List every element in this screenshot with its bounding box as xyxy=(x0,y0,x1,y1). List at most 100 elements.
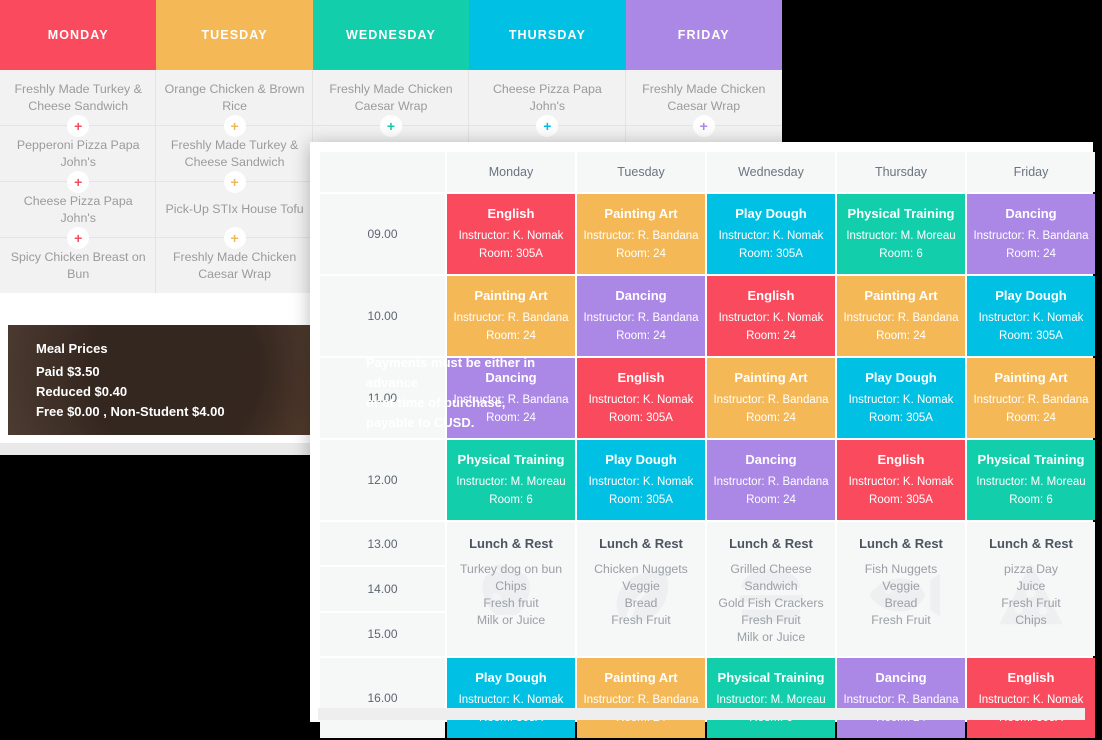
schedule-lesson-cell[interactable]: DancingInstructor: R. BandanaRoom: 24 xyxy=(967,194,1095,274)
schedule-lesson-cell[interactable]: DancingInstructor: R. BandanaRoom: 24 xyxy=(837,658,965,738)
schedule-lesson-cell[interactable]: Play DoughInstructor: K. NomakRoom: 305A xyxy=(447,658,575,738)
menu-item-separator: + xyxy=(156,171,313,193)
schedule-lesson-cell[interactable]: Painting ArtInstructor: R. BandanaRoom: … xyxy=(837,276,965,356)
lesson-title: English xyxy=(487,205,535,221)
lunch-item: pizza Day xyxy=(1004,562,1058,576)
lunch-items-list: Grilled Cheese Sandwich Gold Fish Cracker… xyxy=(711,561,831,646)
lunch-item: Grilled Cheese Sandwich xyxy=(730,562,812,593)
lesson-title: English xyxy=(747,287,795,303)
lesson-title: Physical Training xyxy=(847,205,955,221)
lunch-item: Fresh Fruit xyxy=(741,613,801,627)
lesson-instructor: Instructor: R. Bandana xyxy=(583,311,699,324)
schedule-lesson-cell[interactable]: EnglishInstructor: K. NomakRoom: 305A xyxy=(837,440,965,520)
lunch-items-list: pizza Day Juice Fresh Fruit Chips xyxy=(971,561,1091,629)
schedule-lesson-cell[interactable]: Play DoughInstructor: K. NomakRoom: 305A xyxy=(577,440,705,520)
lesson-instructor: Instructor: K. Nomak xyxy=(718,229,824,242)
schedule-lesson-cell[interactable]: EnglishInstructor: K. NomakRoom: 305A xyxy=(967,658,1095,738)
lesson-instructor: Instructor: R. Bandana xyxy=(843,693,959,706)
lesson-title: Dancing xyxy=(1005,205,1057,221)
lunch-item: Chips xyxy=(1015,613,1047,627)
plus-icon: + xyxy=(379,115,402,137)
schedule-day-header-wednesday: Wednesday xyxy=(707,152,835,192)
lesson-title: Physical Training xyxy=(717,669,825,685)
lunch-item: Turkey dog on bun xyxy=(459,562,563,576)
schedule-lesson-cell[interactable]: Play Dough Instructor: K. Nomak Room: 305A xyxy=(707,194,835,274)
lesson-room: Room: 24 xyxy=(1006,247,1056,260)
lesson-instructor: Instructor: K. Nomak xyxy=(848,475,954,488)
menu-items-list: Orange Chicken & Brown Rice + Freshly Made… xyxy=(156,70,313,293)
schedule-time-label: 14.00 xyxy=(320,567,445,611)
schedule-lesson-cell[interactable]: Physical TrainingInstructor: M. MoreauRo… xyxy=(707,658,835,738)
meal-prices-title: Meal Prices xyxy=(36,341,108,356)
schedule-lesson-cell[interactable]: Physical TrainingInstructor: M. MoreauRo… xyxy=(447,440,575,520)
schedule-day-header-thursday: Thursday xyxy=(837,152,965,192)
lesson-title: Play Dough xyxy=(995,287,1067,303)
lesson-instructor: Instructor: R. Bandana xyxy=(453,311,569,324)
lesson-room: Room: 305A xyxy=(869,493,933,506)
menu-day-header: THURSDAY xyxy=(469,0,626,70)
schedule-time-label: 15.00 xyxy=(320,612,445,656)
menu-item-separator: + xyxy=(0,115,157,137)
plus-icon: + xyxy=(223,227,246,249)
class-schedule-table: Monday Tuesday Wednesday Thursday Friday 09.… xyxy=(318,150,1097,740)
lunch-items-list: Chicken Nuggets Veggie Bread Fresh Fruit xyxy=(581,561,701,629)
lunch-rest-cell: Lunch & Rest Turkey dog on bun Chips Fresh … xyxy=(447,522,575,656)
meal-price-free: Free $0.00 , Non-Student $4.00 xyxy=(36,404,225,419)
schedule-lesson-cell[interactable]: Play DoughInstructor: K. NomakRoom: 305A xyxy=(967,276,1095,356)
meal-prices-note-line-1: Payments must be either in xyxy=(366,355,536,370)
lesson-title: Play Dough xyxy=(735,205,807,221)
plus-icon: + xyxy=(67,227,90,249)
schedule-lesson-cell[interactable]: Physical TrainingInstructor: M. MoreauRo… xyxy=(967,440,1095,520)
lunch-item: Milk or Juice xyxy=(736,630,806,644)
lesson-instructor: Instructor: R. Bandana xyxy=(843,311,959,324)
lesson-title: Painting Art xyxy=(474,287,548,303)
meal-prices-note-line-4: payable to CUSD. xyxy=(366,415,475,430)
plus-icon: + xyxy=(223,171,246,193)
schedule-lesson-cell[interactable]: Painting ArtInstructor: R. BandanaRoom: … xyxy=(577,194,705,274)
lesson-title: Physical Training xyxy=(977,451,1085,467)
schedule-day-header-monday: Monday xyxy=(447,152,575,192)
lesson-instructor: Instructor: M. Moreau xyxy=(456,475,566,488)
lunch-rest-cell: Lunch & Rest Grilled Cheese Sandwich Gold … xyxy=(707,522,835,656)
lesson-title: Play Dough xyxy=(605,451,677,467)
lesson-title: Play Dough xyxy=(865,369,937,385)
schedule-row: 12.00 Physical Training Instructor: M. Mor… xyxy=(320,440,1095,520)
schedule-header-row: Monday Tuesday Wednesday Thursday Friday xyxy=(320,152,1095,192)
lunch-item: Veggie xyxy=(622,579,660,593)
lesson-room: Room: 305A xyxy=(869,411,933,424)
lesson-instructor: Instructor: R. Bandana xyxy=(713,475,829,488)
lesson-instructor: Instructor: K. Nomak xyxy=(588,475,694,488)
lunch-item: Chips xyxy=(495,579,527,593)
plus-icon: + xyxy=(67,171,90,193)
lesson-room: Room: 305A xyxy=(479,247,543,260)
schedule-lesson-cell[interactable]: EnglishInstructor: K. NomakRoom: 305A xyxy=(447,194,575,274)
menu-items-list: Freshly Made Turkey & Cheese Sandwich + Pe… xyxy=(0,70,157,293)
schedule-time-label: 16.00 xyxy=(320,658,445,738)
lunch-items-list: Turkey dog on bun Chips Fresh fruit Milk or… xyxy=(451,561,571,629)
lesson-instructor: Instructor: K. Nomak xyxy=(978,311,1084,324)
lunch-rest-title: Lunch & Rest xyxy=(469,536,553,551)
menu-item-separator: + xyxy=(156,115,313,137)
schedule-lesson-cell[interactable]: Painting ArtInstructor: R. BandanaRoom: … xyxy=(967,358,1095,438)
plus-icon: + xyxy=(536,115,559,137)
schedule-corner-cell xyxy=(320,152,445,192)
meal-price-reduced: Reduced $0.40 xyxy=(36,384,128,399)
schedule-day-header-friday: Friday xyxy=(967,152,1095,192)
menu-day-column-tuesday: TUESDAY Orange Chicken & Brown Rice + Fresh… xyxy=(156,0,313,293)
schedule-lesson-cell[interactable]: Physical TrainingInstructor: M. MoreauRo… xyxy=(837,194,965,274)
menu-item-separator: + xyxy=(156,227,313,249)
lesson-room: Room: 305A xyxy=(739,247,803,260)
meal-prices-note-line-3: or at time of purchase, xyxy=(366,395,506,410)
lunch-item: Fresh Fruit xyxy=(871,613,931,627)
schedule-lesson-cell[interactable]: Painting ArtInstructor: R. BandanaRoom: … xyxy=(577,658,705,738)
schedule-lesson-cell[interactable]: DancingInstructor: R. BandanaRoom: 24 xyxy=(707,440,835,520)
lunch-items-list: Fish Nuggets Veggie Bread Fresh Fruit xyxy=(841,561,961,629)
menu-item-separator: + xyxy=(0,227,157,249)
lesson-title: Painting Art xyxy=(864,287,938,303)
lunch-item: Juice xyxy=(1016,579,1046,593)
lesson-instructor: Instructor: K. Nomak xyxy=(848,393,954,406)
schedule-lesson-cell[interactable]: Play Dough Instructor: K. Nomak Room: 305A xyxy=(837,358,965,438)
lunch-item: Milk or Juice xyxy=(476,613,546,627)
schedule-time-label: 09.00 xyxy=(320,194,445,274)
lunch-item: Veggie xyxy=(882,579,920,593)
